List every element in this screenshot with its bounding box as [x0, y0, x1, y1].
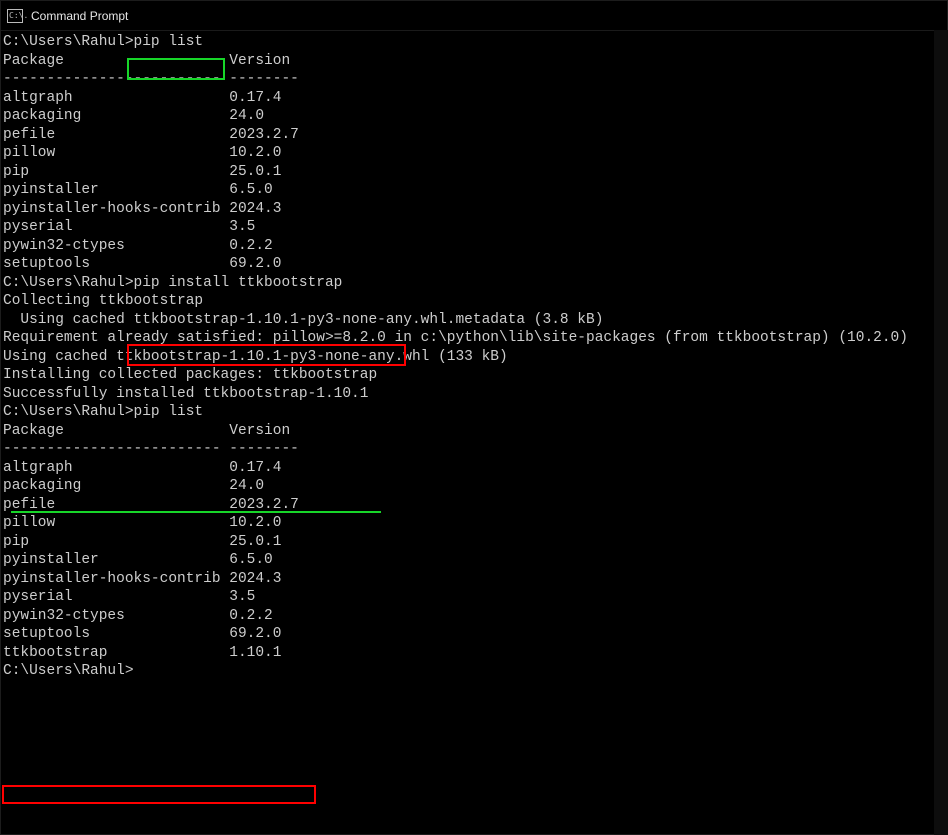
package-name: altgraph [3, 90, 229, 106]
package-name: ttkbootstrap [3, 645, 229, 661]
package-name: pyinstaller [3, 182, 229, 198]
package-version: 3.5 [229, 219, 255, 235]
table-header: Package Version [3, 422, 947, 441]
package-version: 25.0.1 [229, 534, 281, 550]
install-output-line: Using cached ttkbootstrap-1.10.1-py3-non… [3, 348, 947, 367]
package-name: setuptools [3, 256, 229, 272]
package-version: 3.5 [229, 589, 255, 605]
package-version: 25.0.1 [229, 164, 281, 180]
package-version: 0.2.2 [229, 238, 273, 254]
package-name: pywin32-ctypes [3, 238, 229, 254]
package-name: pefile [3, 127, 229, 143]
package-name: pyserial [3, 219, 229, 235]
table-row: pillow 10.2.0 [3, 144, 947, 163]
package-name: packaging [3, 108, 229, 124]
package-version: 0.17.4 [229, 90, 281, 106]
table-row: pyinstaller-hooks-contrib 2024.3 [3, 200, 947, 219]
package-version: 0.17.4 [229, 460, 281, 476]
install-output-line: Collecting ttkbootstrap [3, 292, 947, 311]
package-version: 2024.3 [229, 571, 281, 587]
package-version: 10.2.0 [229, 515, 281, 531]
package-version: 24.0 [229, 108, 264, 124]
package-name: ------------------------- [3, 441, 229, 457]
table-row: pip 25.0.1 [3, 533, 947, 552]
window-title: Command Prompt [31, 9, 128, 23]
package-name: pillow [3, 145, 229, 161]
install-output-line: Requirement already satisfied: pillow>=8… [3, 329, 947, 348]
package-name: pip [3, 534, 229, 550]
prompt-line-4: C:\Users\Rahul> [3, 662, 947, 681]
package-name: ------------------------- [3, 71, 229, 87]
table-row: pyinstaller 6.5.0 [3, 551, 947, 570]
table-row: pyinstaller-hooks-contrib 2024.3 [3, 570, 947, 589]
table-row: pefile 2023.2.7 [3, 496, 947, 515]
prompt-line-2: C:\Users\Rahul>pip install ttkbootstrap [3, 274, 947, 293]
table-row: pyserial 3.5 [3, 588, 947, 607]
table-row: packaging 24.0 [3, 107, 947, 126]
package-version: 69.2.0 [229, 626, 281, 642]
partial-cropped-row: - ----- - -- -- [3, 31, 160, 41]
package-version: 6.5.0 [229, 182, 273, 198]
package-version: Version [229, 53, 290, 69]
table-row: packaging 24.0 [3, 477, 947, 496]
package-name: altgraph [3, 460, 229, 476]
table-row: ttkbootstrap 1.10.1 [3, 644, 947, 663]
package-name: pywin32-ctypes [3, 608, 229, 624]
package-version: 0.2.2 [229, 608, 273, 624]
table-separator: ------------------------- -------- [3, 70, 947, 89]
terminal-area[interactable]: - ----- - -- --C:\Users\Rahul>pip listPa… [1, 31, 947, 834]
package-version: -------- [229, 71, 299, 87]
titlebar[interactable]: C:\. Command Prompt [1, 1, 947, 31]
table-separator: ------------------------- -------- [3, 440, 947, 459]
package-version: Version [229, 423, 290, 439]
table-row: pywin32-ctypes 0.2.2 [3, 607, 947, 626]
command-prompt-window: C:\. Command Prompt - ----- - -- -- C:\Us… [0, 0, 948, 835]
package-name: pyinstaller-hooks-contrib [3, 571, 229, 587]
package-version: 69.2.0 [229, 256, 281, 272]
package-version: 10.2.0 [229, 145, 281, 161]
package-name: packaging [3, 478, 229, 494]
package-version: 1.10.1 [229, 645, 281, 661]
package-version: 2023.2.7 [229, 127, 299, 143]
package-name: Package [3, 53, 229, 69]
table-row: setuptools 69.2.0 [3, 625, 947, 644]
table-row: pip 25.0.1 [3, 163, 947, 182]
table-row: pywin32-ctypes 0.2.2 [3, 237, 947, 256]
prompt-line-3: C:\Users\Rahul>pip list [3, 403, 947, 422]
install-output-line: Successfully installed ttkbootstrap-1.10… [3, 385, 947, 404]
package-version: 2024.3 [229, 201, 281, 217]
package-name: pip [3, 164, 229, 180]
table-row: altgraph 0.17.4 [3, 459, 947, 478]
package-name: pyinstaller [3, 552, 229, 568]
table-row: pefile 2023.2.7 [3, 126, 947, 145]
package-name: pillow [3, 515, 229, 531]
package-version: 6.5.0 [229, 552, 273, 568]
package-version: 2023.2.7 [229, 497, 299, 513]
package-name: pefile [3, 497, 229, 513]
table-row: setuptools 69.2.0 [3, 255, 947, 274]
table-row: altgraph 0.17.4 [3, 89, 947, 108]
table-row: pillow 10.2.0 [3, 514, 947, 533]
table-row: pyinstaller 6.5.0 [3, 181, 947, 200]
vertical-scrollbar[interactable] [934, 30, 948, 835]
cmd-icon: C:\. [7, 9, 23, 23]
install-output-line: Using cached ttkbootstrap-1.10.1-py3-non… [3, 311, 947, 330]
package-version: -------- [229, 441, 299, 457]
install-output-line: Installing collected packages: ttkbootst… [3, 366, 947, 385]
package-name: setuptools [3, 626, 229, 642]
table-row: pyserial 3.5 [3, 218, 947, 237]
package-version: 24.0 [229, 478, 264, 494]
package-name: pyserial [3, 589, 229, 605]
package-name: pyinstaller-hooks-contrib [3, 201, 229, 217]
table-header: Package Version [3, 52, 947, 71]
package-name: Package [3, 423, 229, 439]
